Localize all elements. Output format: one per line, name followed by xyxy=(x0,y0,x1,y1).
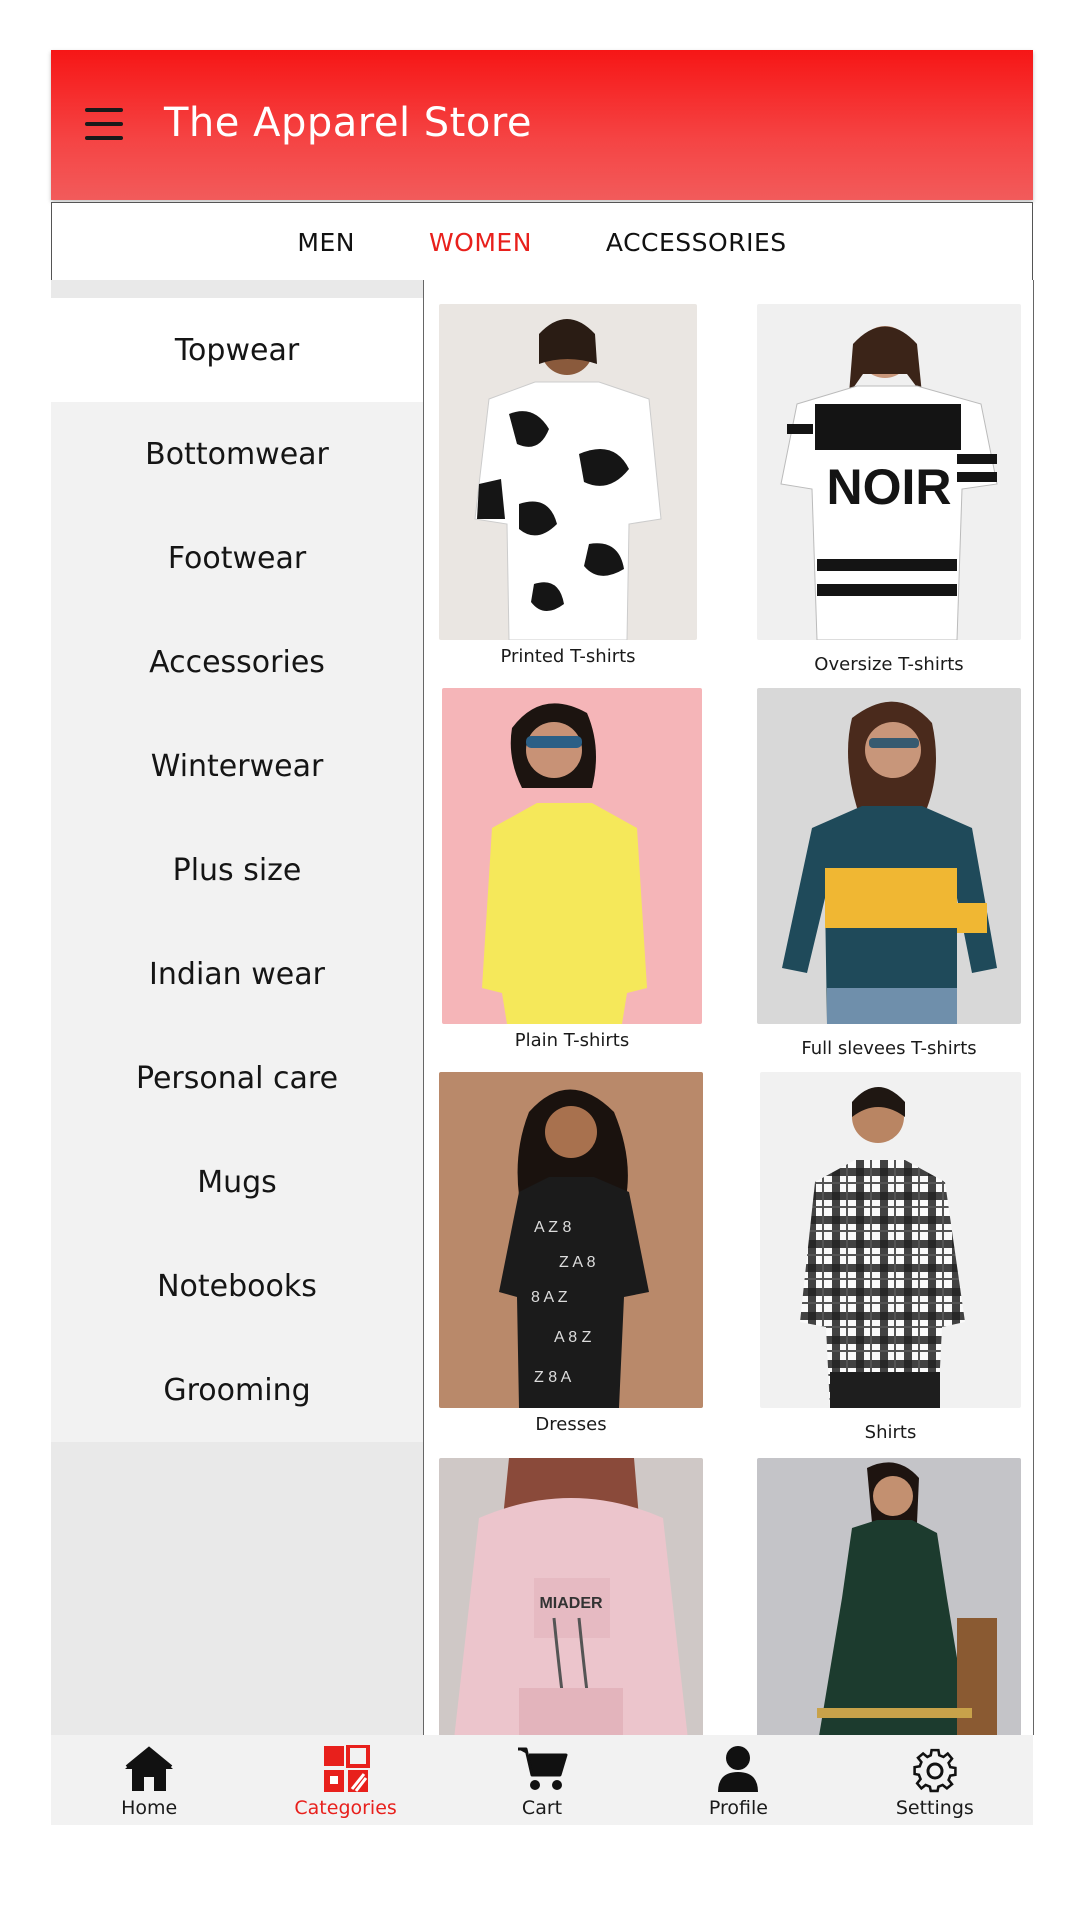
nav-categories[interactable]: Categories xyxy=(247,1735,443,1825)
product-card-full-sleeves-tshirts[interactable]: Full slevees T-shirts xyxy=(757,688,1021,1066)
categories-icon xyxy=(320,1744,372,1793)
product-card-hoodie[interactable]: MIADER xyxy=(439,1458,703,1735)
category-list: Topwear Bottomwear Footwear Accessories … xyxy=(51,298,423,1442)
product-card-oversize-tshirts[interactable]: NOIR Oversize T-shirts xyxy=(757,304,1021,682)
nav-home[interactable]: Home xyxy=(51,1735,247,1825)
category-accessories[interactable]: Accessories xyxy=(51,610,423,714)
product-caption: Printed T-shirts xyxy=(500,646,636,667)
svg-text:8 A Z: 8 A Z xyxy=(531,1289,568,1306)
svg-text:Z A 8: Z A 8 xyxy=(559,1254,596,1271)
cart-icon xyxy=(516,1745,568,1793)
product-caption: Dresses xyxy=(535,1414,607,1435)
product-caption: Oversize T-shirts xyxy=(814,654,964,675)
product-caption: Shirts xyxy=(864,1422,917,1443)
bottom-navigation: Home Categories Cart Profile Settings xyxy=(51,1735,1033,1825)
nav-cart-label: Cart xyxy=(521,1797,563,1819)
gender-tabs: MEN WOMEN ACCESSORIES xyxy=(51,202,1033,282)
nav-cart[interactable]: Cart xyxy=(444,1735,640,1825)
product-image: A Z 8 Z A 8 8 A Z A 8 Z Z 8 A xyxy=(439,1072,703,1408)
svg-text:Z 8 A: Z 8 A xyxy=(534,1369,572,1386)
category-notebooks[interactable]: Notebooks xyxy=(51,1234,423,1338)
category-winterwear[interactable]: Winterwear xyxy=(51,714,423,818)
tab-accessories[interactable]: ACCESSORIES xyxy=(604,228,789,257)
category-mugs[interactable]: Mugs xyxy=(51,1130,423,1234)
product-caption: Full slevees T-shirts xyxy=(801,1038,977,1059)
category-plus-size[interactable]: Plus size xyxy=(51,818,423,922)
product-image xyxy=(757,1458,1021,1735)
product-image xyxy=(442,688,702,1024)
nav-profile[interactable]: Profile xyxy=(640,1735,836,1825)
nav-settings-label: Settings xyxy=(895,1797,974,1819)
product-image xyxy=(760,1072,1021,1408)
product-grid: Printed T-shirts NOIR Oversize T-shirts … xyxy=(423,280,1034,1735)
category-indian-wear[interactable]: Indian wear xyxy=(51,922,423,1026)
tab-men[interactable]: MEN xyxy=(295,228,357,257)
app-header: The Apparel Store xyxy=(51,50,1033,200)
svg-text:A 8 Z: A 8 Z xyxy=(554,1329,592,1346)
nav-settings[interactable]: Settings xyxy=(837,1735,1033,1825)
category-topwear[interactable]: Topwear xyxy=(51,298,423,402)
category-sidebar: Topwear Bottomwear Footwear Accessories … xyxy=(51,280,423,1735)
product-card-shirts[interactable]: Shirts xyxy=(760,1072,1021,1450)
nav-profile-label: Profile xyxy=(708,1797,768,1819)
category-footwear[interactable]: Footwear xyxy=(51,506,423,610)
home-icon xyxy=(123,1745,175,1793)
category-bottomwear[interactable]: Bottomwear xyxy=(51,402,423,506)
svg-text:MIADER: MIADER xyxy=(539,1595,603,1612)
product-image xyxy=(757,688,1021,1024)
app-frame: The Apparel Store MEN WOMEN ACCESSORIES … xyxy=(51,50,1034,1825)
profile-icon xyxy=(712,1745,764,1793)
product-image xyxy=(439,304,697,640)
app-title: The Apparel Store xyxy=(164,100,532,146)
svg-text:A Z 8: A Z 8 xyxy=(534,1219,571,1236)
product-card-dresses[interactable]: A Z 8 Z A 8 8 A Z A 8 Z Z 8 A Dresses xyxy=(439,1072,703,1442)
product-caption: Plain T-shirts xyxy=(514,1030,630,1051)
nav-home-label: Home xyxy=(121,1797,178,1819)
product-card-plain-tshirts[interactable]: Plain T-shirts xyxy=(442,688,702,1058)
hamburger-menu-icon[interactable] xyxy=(85,108,123,140)
product-image: MIADER xyxy=(439,1458,703,1735)
svg-text:NOIR: NOIR xyxy=(827,459,952,515)
category-personal-care[interactable]: Personal care xyxy=(51,1026,423,1130)
product-card-kurta[interactable] xyxy=(757,1458,1021,1735)
nav-categories-label: Categories xyxy=(294,1797,397,1819)
tab-women[interactable]: WOMEN xyxy=(427,228,534,257)
product-image: NOIR xyxy=(757,304,1021,640)
category-grooming[interactable]: Grooming xyxy=(51,1338,423,1442)
settings-icon xyxy=(909,1745,961,1793)
product-card-printed-tshirts[interactable]: Printed T-shirts xyxy=(439,304,697,674)
